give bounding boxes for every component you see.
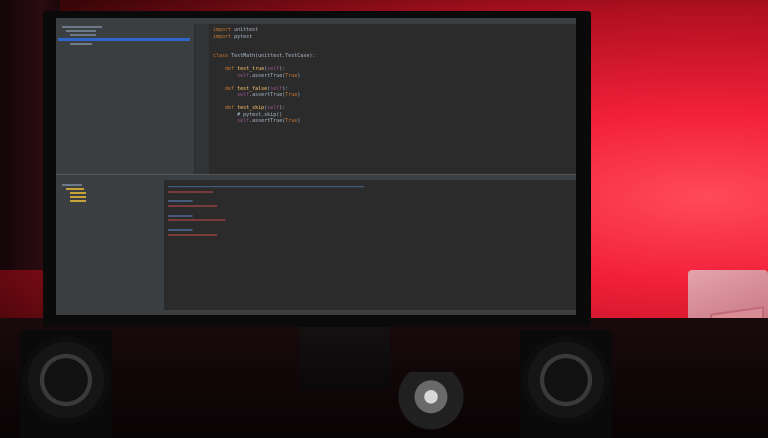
code-token: unittest: [234, 27, 259, 33]
code-token: self: [237, 72, 250, 79]
line-gutter: [195, 24, 209, 174]
code-token: self: [237, 118, 250, 124]
code-token: pytest: [234, 33, 253, 40]
code-token: True: [285, 92, 298, 98]
code-line: self.assertTrue(True): [213, 118, 573, 125]
code-token: test_skip: [237, 105, 265, 111]
code-token: ):: [279, 105, 286, 111]
code-token: test_false: [237, 85, 268, 92]
left-speaker: [28, 342, 104, 418]
code-text[interactable]: import unittest import pytest class TestM…: [213, 27, 573, 125]
test-output-console: ━━━━━━━━━━━━━━━━━━━━━━━━━━━━━━━━━━━━━━━━…: [165, 180, 576, 310]
test-run-tree: [56, 180, 165, 310]
code-token: self: [267, 105, 280, 111]
code-token: .assertTrue(: [249, 72, 286, 79]
code-token: True: [285, 118, 298, 124]
code-token: class: [213, 53, 232, 59]
code-token: self: [267, 66, 280, 72]
code-token: ):: [282, 85, 289, 92]
code-token: def: [225, 105, 238, 111]
code-token: ): [297, 72, 301, 79]
code-token: self: [237, 92, 250, 98]
code-token: def: [225, 66, 238, 72]
code-token: import: [213, 27, 235, 33]
code-token: ): [297, 92, 301, 98]
code-token: def: [225, 85, 238, 92]
code-token: .assertTrue(: [249, 118, 286, 124]
code-token: # pytest.skip(): [213, 111, 283, 118]
monitor-stand: [300, 318, 390, 388]
code-token: ): [297, 118, 301, 124]
code-token: test_true: [237, 66, 265, 72]
code-token: True: [285, 72, 298, 79]
code-token: self: [270, 85, 283, 92]
ide-screen: import unittest import pytest class TestM…: [56, 18, 576, 315]
right-speaker: [528, 342, 604, 418]
status-bar: [56, 310, 576, 315]
code-editor[interactable]: import unittest import pytest class TestM…: [195, 24, 576, 174]
desk-figurine: [392, 372, 470, 434]
code-token: import: [213, 33, 235, 40]
code-token: TestMath(unittest.TestCase):: [231, 53, 316, 59]
code-token: ):: [279, 66, 286, 72]
code-token: .assertTrue(: [249, 92, 286, 98]
project-panel: [56, 24, 195, 174]
